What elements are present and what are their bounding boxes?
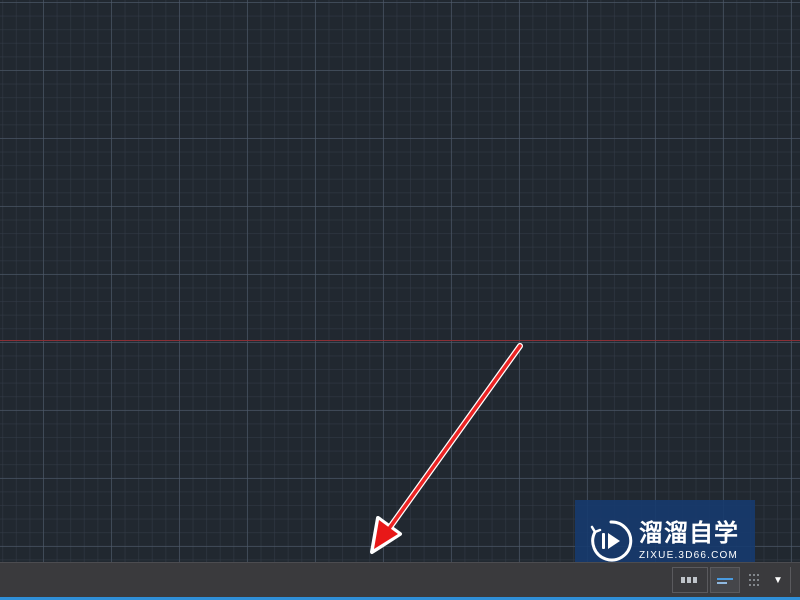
toolbar-icon bbox=[717, 578, 733, 584]
x-axis-line bbox=[0, 340, 800, 341]
arrow-shaft-outline bbox=[385, 343, 523, 533]
arrow-shaft bbox=[386, 344, 522, 532]
watermark-title: 溜溜自学 bbox=[639, 520, 739, 547]
status-button-a[interactable] bbox=[672, 567, 708, 593]
triangle-down-icon: ▼ bbox=[773, 574, 783, 586]
watermark-badge: 溜溜自学 ZIXUE.3D66.COM bbox=[575, 500, 755, 562]
status-bar-end bbox=[790, 567, 800, 593]
status-bar: ▼ bbox=[0, 562, 800, 597]
arrow-head bbox=[374, 520, 398, 549]
red-arrow-annotation bbox=[370, 343, 523, 554]
status-menu-button[interactable]: ▼ bbox=[768, 567, 788, 593]
play-logo-icon bbox=[590, 520, 633, 562]
drawing-canvas[interactable]: 溜溜自学 ZIXUE.3D66.COM bbox=[0, 0, 800, 562]
watermark-url: ZIXUE.3D66.COM bbox=[639, 550, 739, 561]
status-grip[interactable] bbox=[742, 567, 766, 593]
arrow-head-outline bbox=[370, 516, 402, 554]
toolbar-icon bbox=[681, 577, 697, 583]
status-button-b[interactable] bbox=[710, 567, 740, 593]
grip-icon bbox=[749, 574, 759, 586]
